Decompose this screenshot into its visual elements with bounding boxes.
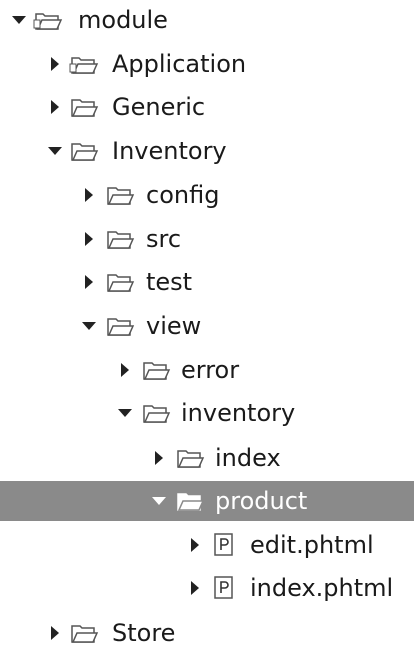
tree-item-label: Application: [112, 50, 247, 78]
tree-item-generic[interactable]: Generic: [0, 87, 414, 127]
tree-item-label: Store: [112, 619, 176, 647]
folder-icon: [68, 131, 100, 171]
chevron-right-icon[interactable]: [184, 568, 206, 608]
folder-icon: [68, 613, 100, 653]
tree-item-inventory-view[interactable]: inventory: [0, 393, 414, 433]
tree-item-view[interactable]: view: [0, 306, 414, 346]
tree-item-config[interactable]: config: [0, 175, 414, 215]
tree-item-label: index.phtml: [250, 574, 394, 602]
chevron-down-icon[interactable]: [114, 393, 136, 433]
chevron-right-icon[interactable]: [114, 350, 136, 390]
tree-item-error[interactable]: error: [0, 350, 414, 390]
tree-item-inventory[interactable]: Inventory: [0, 131, 414, 171]
tree-item-label: module: [78, 6, 168, 34]
tree-item-label: test: [146, 268, 193, 296]
folder-icon: [104, 219, 136, 259]
folder-icon: [140, 350, 172, 390]
package-folder-icon: [68, 44, 100, 84]
tree-item-label: inventory: [181, 399, 296, 427]
chevron-right-icon[interactable]: [184, 525, 206, 565]
chevron-down-icon[interactable]: [78, 306, 100, 346]
folder-icon: [104, 175, 136, 215]
tree-item-index-phtml[interactable]: index.phtml: [0, 568, 414, 608]
chevron-down-icon[interactable]: [8, 0, 30, 40]
tree-item-label: product: [215, 487, 308, 515]
folder-icon: [68, 87, 100, 127]
chevron-right-icon[interactable]: [44, 44, 66, 84]
tree-item-label: Inventory: [112, 137, 227, 165]
folder-icon: [140, 393, 172, 433]
php-file-icon: [208, 568, 240, 608]
folder-icon: [174, 438, 206, 478]
folder-icon: [104, 262, 136, 302]
folder-icon: [104, 306, 136, 346]
tree-item-label: edit.phtml: [250, 531, 374, 559]
chevron-down-icon[interactable]: [44, 131, 66, 171]
chevron-right-icon[interactable]: [78, 219, 100, 259]
package-folder-icon: [32, 0, 64, 40]
tree-item-test[interactable]: test: [0, 262, 414, 302]
tree-item-label: config: [146, 181, 220, 209]
php-file-icon: [208, 525, 240, 565]
folder-icon: [174, 481, 206, 521]
project-tree: module Application Generic Inventory con…: [0, 0, 414, 647]
chevron-right-icon[interactable]: [148, 438, 170, 478]
tree-item-store[interactable]: Store: [0, 613, 414, 653]
tree-item-label: view: [146, 312, 202, 340]
tree-item-module[interactable]: module: [0, 0, 414, 40]
chevron-right-icon[interactable]: [78, 175, 100, 215]
tree-item-edit-phtml[interactable]: edit.phtml: [0, 525, 414, 565]
tree-item-product[interactable]: product: [0, 481, 414, 521]
chevron-right-icon[interactable]: [78, 262, 100, 302]
tree-item-label: error: [181, 356, 240, 384]
chevron-right-icon[interactable]: [44, 87, 66, 127]
tree-item-application[interactable]: Application: [0, 44, 414, 84]
chevron-down-icon[interactable]: [148, 481, 170, 521]
chevron-right-icon[interactable]: [44, 613, 66, 653]
tree-item-label: Generic: [112, 93, 206, 121]
tree-item-label: index: [215, 444, 281, 472]
tree-item-index[interactable]: index: [0, 438, 414, 478]
tree-item-src[interactable]: src: [0, 219, 414, 259]
tree-item-label: src: [146, 225, 182, 253]
